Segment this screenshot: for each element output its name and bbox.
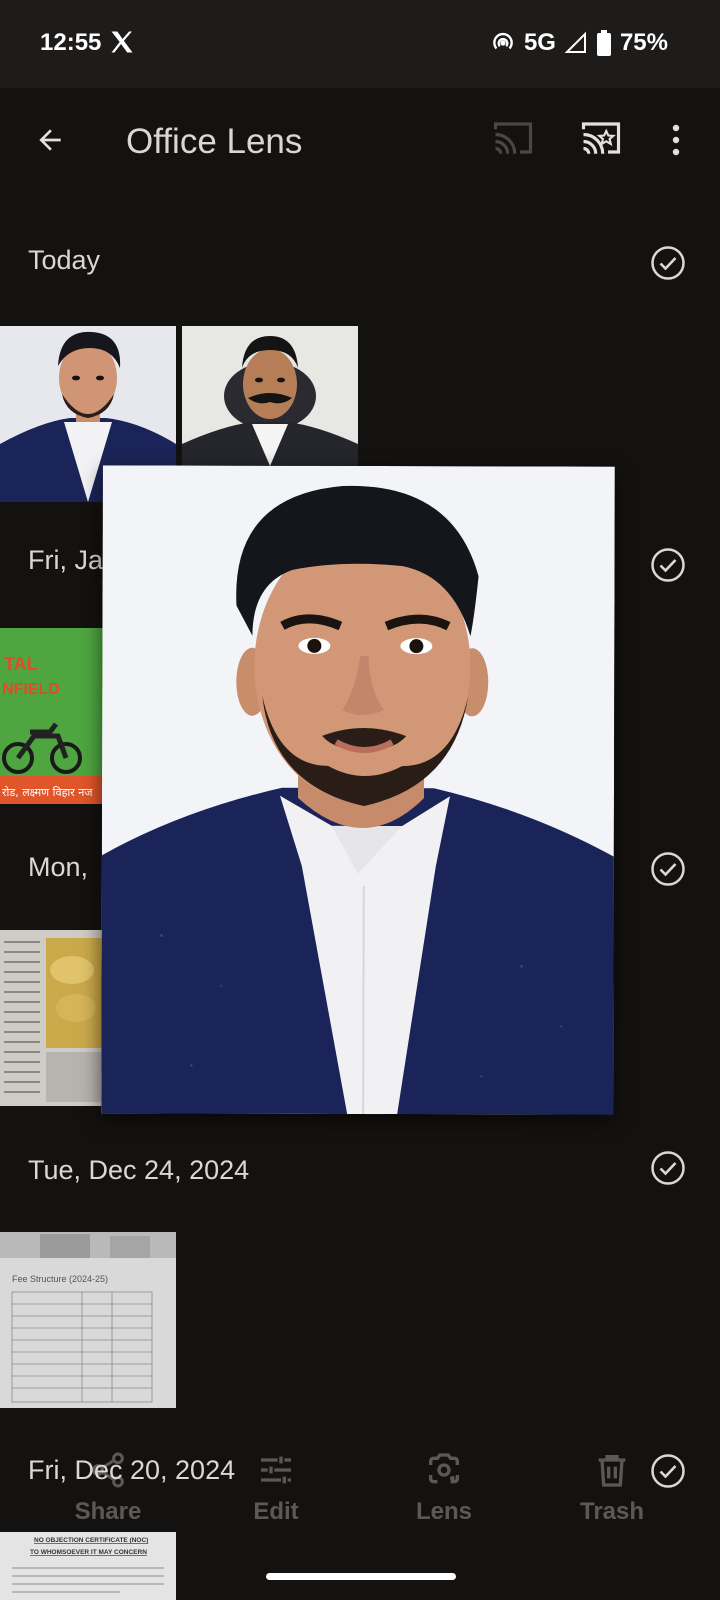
banner-text-3: रोड, लक्ष्मण विहार नज: [2, 786, 93, 799]
more-options-button[interactable]: [660, 118, 692, 162]
section-date-today: Today: [28, 245, 101, 275]
section-date-heading: Tue, Dec 24, 2024: [28, 1155, 250, 1185]
select-all-check-icon[interactable]: [650, 547, 686, 583]
photo-thumbnail[interactable]: [182, 326, 358, 466]
hotspot-icon: [490, 30, 516, 56]
select-all-check-icon[interactable]: [650, 1150, 686, 1186]
signal-icon: [564, 31, 588, 55]
battery-icon: [596, 30, 612, 56]
expanding-photo-preview[interactable]: [101, 465, 615, 1115]
section-date-heading: Mon,: [28, 852, 89, 882]
photo-thumbnail[interactable]: [0, 930, 104, 1106]
trash-icon: [598, 1455, 626, 1487]
select-all-check-icon[interactable]: [650, 851, 686, 887]
photo-thumbnail[interactable]: Fee Structure (2024-25): [0, 1232, 176, 1408]
banner-text-1: TAL: [4, 654, 38, 674]
more-vert-icon: [672, 124, 680, 156]
edit-button[interactable]: Edit: [216, 1450, 336, 1526]
x-app-icon: [108, 28, 136, 56]
lens-icon: [429, 1453, 459, 1484]
battery-level: 75%: [619, 29, 668, 56]
lens-button[interactable]: Lens: [384, 1450, 504, 1526]
status-icons: 5G 75%: [490, 26, 668, 60]
select-all-check-icon[interactable]: [650, 245, 686, 281]
cast-button[interactable]: [492, 120, 540, 160]
doc-heading: Fee Structure (2024-25): [12, 1274, 108, 1284]
back-button[interactable]: [26, 116, 74, 164]
network-type: 5G: [523, 29, 556, 56]
tune-icon: [261, 1456, 291, 1484]
banner-text-2: NFIELD: [2, 681, 60, 698]
bottom-action-bar: Share Edit Lens Trash: [0, 1450, 720, 1560]
section-date-heading: Fri, Ja: [28, 545, 104, 575]
edit-label: Edit: [253, 1498, 299, 1525]
gesture-nav-handle[interactable]: [266, 1573, 456, 1580]
lens-label: Lens: [415, 1498, 472, 1525]
cast-connected-button[interactable]: [580, 120, 628, 160]
trash-button[interactable]: Trash: [552, 1450, 672, 1526]
status-bar: 12:55 5G 75%: [0, 0, 720, 88]
share-icon: [92, 1452, 124, 1488]
status-time: 12:55: [40, 29, 102, 56]
share-button[interactable]: Share: [48, 1450, 168, 1526]
trash-label: Trash: [579, 1498, 645, 1525]
cast-connected-icon: [581, 122, 621, 154]
photo-thumbnail[interactable]: TAL NFIELD रोड, लक्ष्मण विहार नज: [0, 628, 106, 804]
album-title: Office Lens: [126, 122, 303, 161]
top-app-bar: Office Lens: [0, 88, 720, 198]
cast-icon: [493, 122, 533, 154]
back-arrow-icon: [39, 129, 61, 151]
share-label: Share: [74, 1498, 142, 1525]
